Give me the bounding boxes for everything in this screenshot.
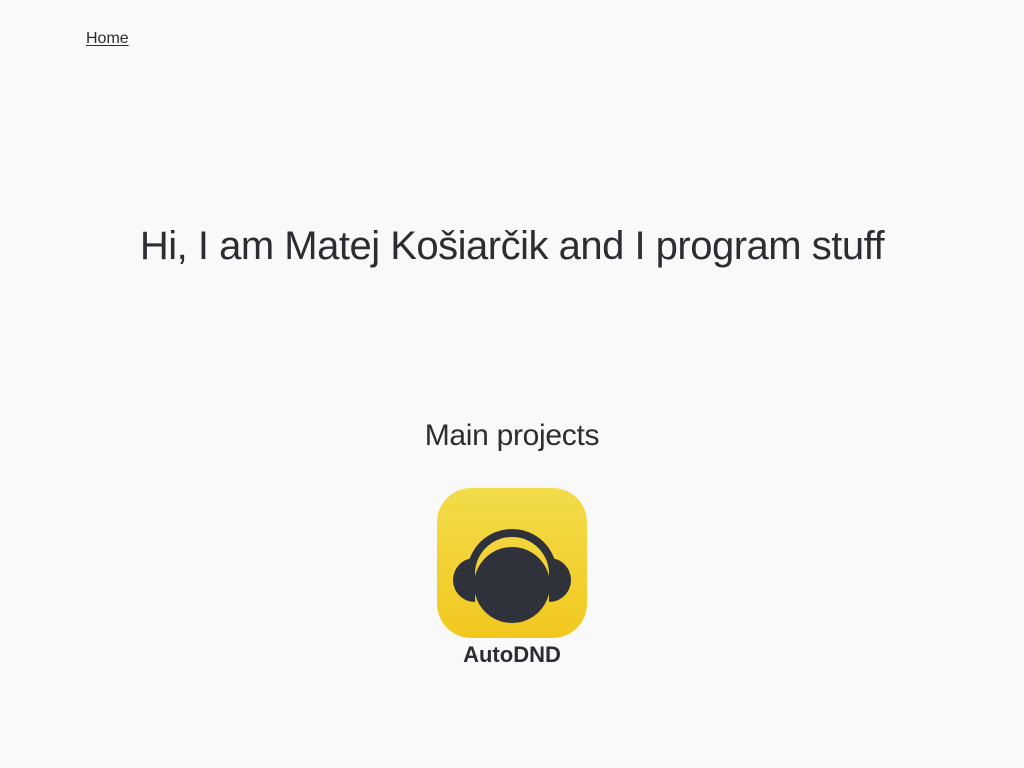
page: Home Hi, I am Matej Košiarčik and I prog… [0, 0, 1024, 768]
project-name[interactable]: AutoDND [463, 642, 561, 668]
headphones-icon[interactable] [437, 488, 587, 638]
hero-title: Hi, I am Matej Košiarčik and I program s… [139, 224, 885, 268]
home-link[interactable]: Home [86, 30, 129, 47]
main-projects-heading: Main projects [424, 419, 600, 452]
project-card-autodnd[interactable]: AutoDND [437, 488, 587, 668]
top-nav: Home [86, 30, 129, 48]
